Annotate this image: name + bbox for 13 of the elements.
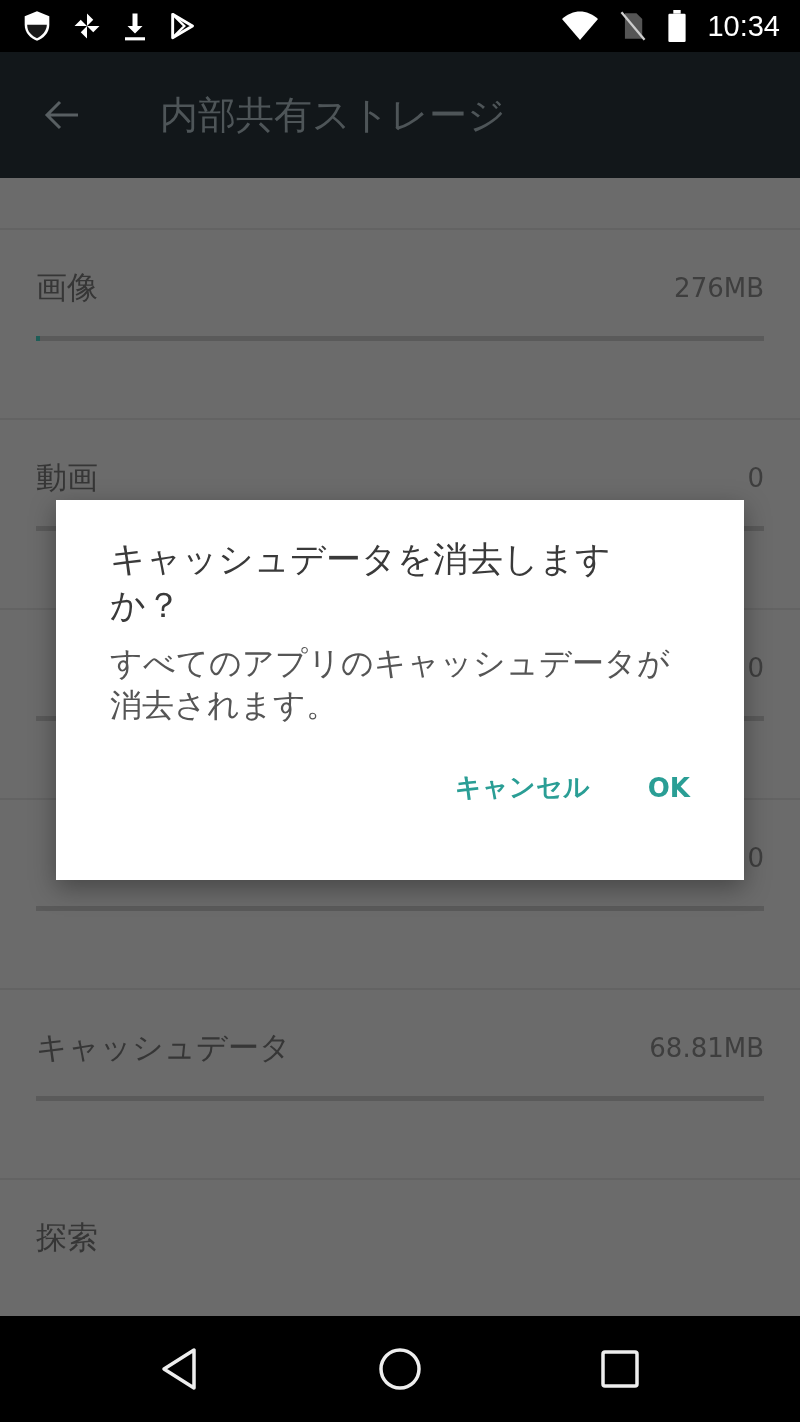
page-title: 内部共有ストレージ bbox=[160, 91, 506, 139]
dialog-title: キャッシュデータを消去しますか？ bbox=[110, 538, 612, 627]
download-icon bbox=[122, 11, 148, 41]
no-sim-icon bbox=[619, 11, 648, 41]
home-nav-icon[interactable] bbox=[378, 1347, 422, 1391]
recents-nav-icon[interactable] bbox=[600, 1349, 640, 1389]
shield-icon bbox=[22, 10, 52, 42]
wifi-icon bbox=[561, 11, 600, 41]
play-store-icon bbox=[168, 11, 196, 41]
dialog-message: すべてのアプリのキャッシュデータが消去されます。 bbox=[110, 643, 670, 726]
clock-time: 10:34 bbox=[707, 9, 780, 43]
pinwheel-icon bbox=[72, 11, 102, 41]
battery-icon bbox=[667, 10, 688, 42]
